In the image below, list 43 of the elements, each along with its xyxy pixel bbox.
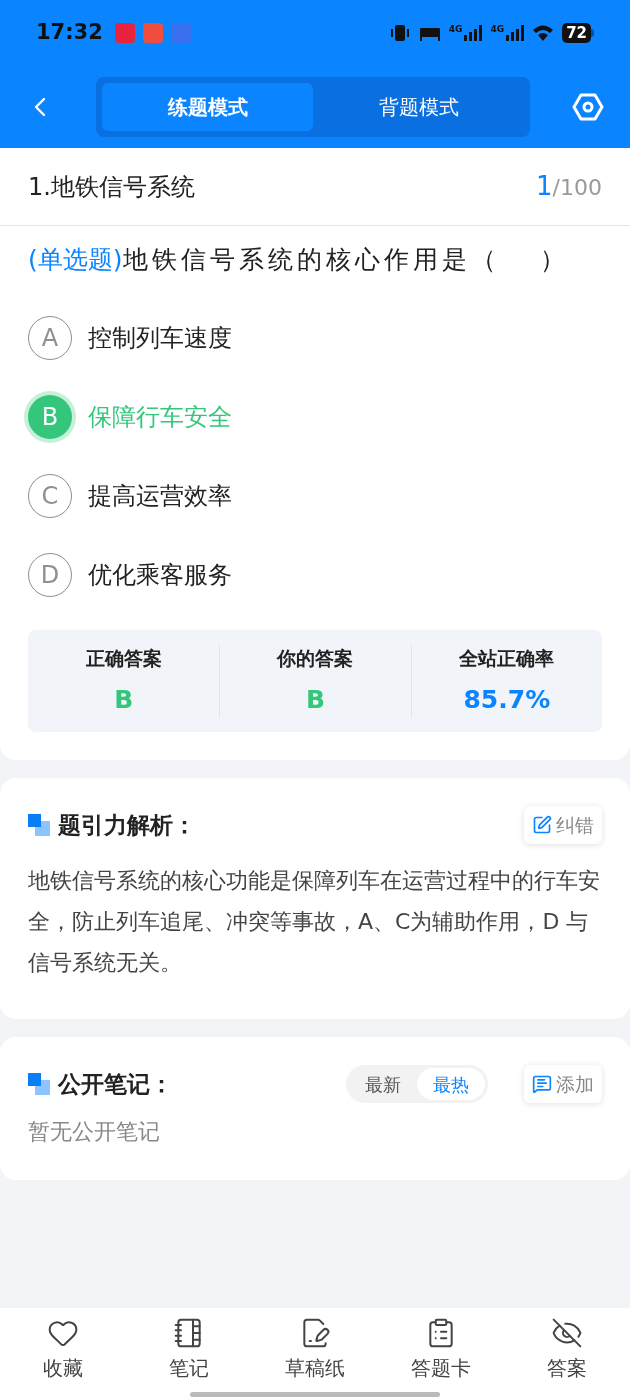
- edit-icon: [532, 815, 552, 835]
- empty-notes-text: 暂无公开笔记: [28, 1118, 161, 1146]
- result-label: 正确答案: [85, 646, 162, 671]
- question-counter: 1/100: [536, 170, 602, 203]
- question-text: (单选题)地铁信号系统的核心作用是（ ）: [27, 244, 571, 276]
- app-icon: [170, 22, 191, 43]
- mode-tab[interactable]: 练题模式: [102, 82, 313, 131]
- sort-tab[interactable]: 最新: [349, 1068, 417, 1100]
- battery-indicator: 72: [562, 22, 594, 43]
- bottom-tab[interactable]: 笔记: [126, 1308, 252, 1392]
- network-label: 4G: [448, 24, 463, 34]
- bottom-tab[interactable]: 收藏: [0, 1308, 126, 1392]
- result-value: 85.7%: [463, 683, 551, 716]
- answer-option[interactable]: C 提高运营效率: [28, 456, 602, 535]
- result-value: B: [305, 683, 325, 716]
- result-label: 你的答案: [277, 646, 354, 671]
- add-note-button[interactable]: 添加: [524, 1065, 602, 1103]
- vibrate-icon: [388, 23, 411, 42]
- squares-icon: [28, 814, 50, 836]
- eye-off-icon: [551, 1317, 583, 1349]
- signal-icon: [464, 24, 483, 41]
- app-icon: [142, 22, 163, 43]
- analysis-text: 地铁信号系统的核心功能是保障列车在运营过程中的行车安全，防止列车追尾、冲突等事故，A、C为辅助作用，D 与信号系统无关。: [28, 867, 601, 977]
- bottom-tab[interactable]: 答题卡: [378, 1308, 504, 1392]
- sort-tab[interactable]: 最热: [417, 1068, 485, 1100]
- comment-icon: [532, 1074, 552, 1094]
- bottom-tab[interactable]: 草稿纸: [252, 1308, 378, 1392]
- mode-tab[interactable]: 背题模式: [313, 82, 524, 131]
- result-label: 全站正确率: [459, 646, 555, 671]
- answer-option[interactable]: A 控制列车速度: [28, 298, 602, 377]
- result-value: B: [114, 683, 134, 716]
- network-label: 4G: [490, 24, 505, 34]
- bottom-tab[interactable]: 答案: [504, 1308, 630, 1392]
- section-title: 题引力解析：: [58, 810, 196, 840]
- wifi-icon: [532, 23, 555, 42]
- squares-icon: [28, 1073, 50, 1095]
- report-error-button[interactable]: 纠错: [524, 806, 602, 844]
- question-title: 1.地铁信号系统: [28, 171, 195, 203]
- app-icon: [114, 22, 135, 43]
- section-title: 公开笔记：: [58, 1069, 173, 1099]
- status-time: 17:32: [36, 18, 103, 46]
- signal-icon: [506, 24, 525, 41]
- answer-option[interactable]: D 优化乘客服务: [28, 535, 602, 614]
